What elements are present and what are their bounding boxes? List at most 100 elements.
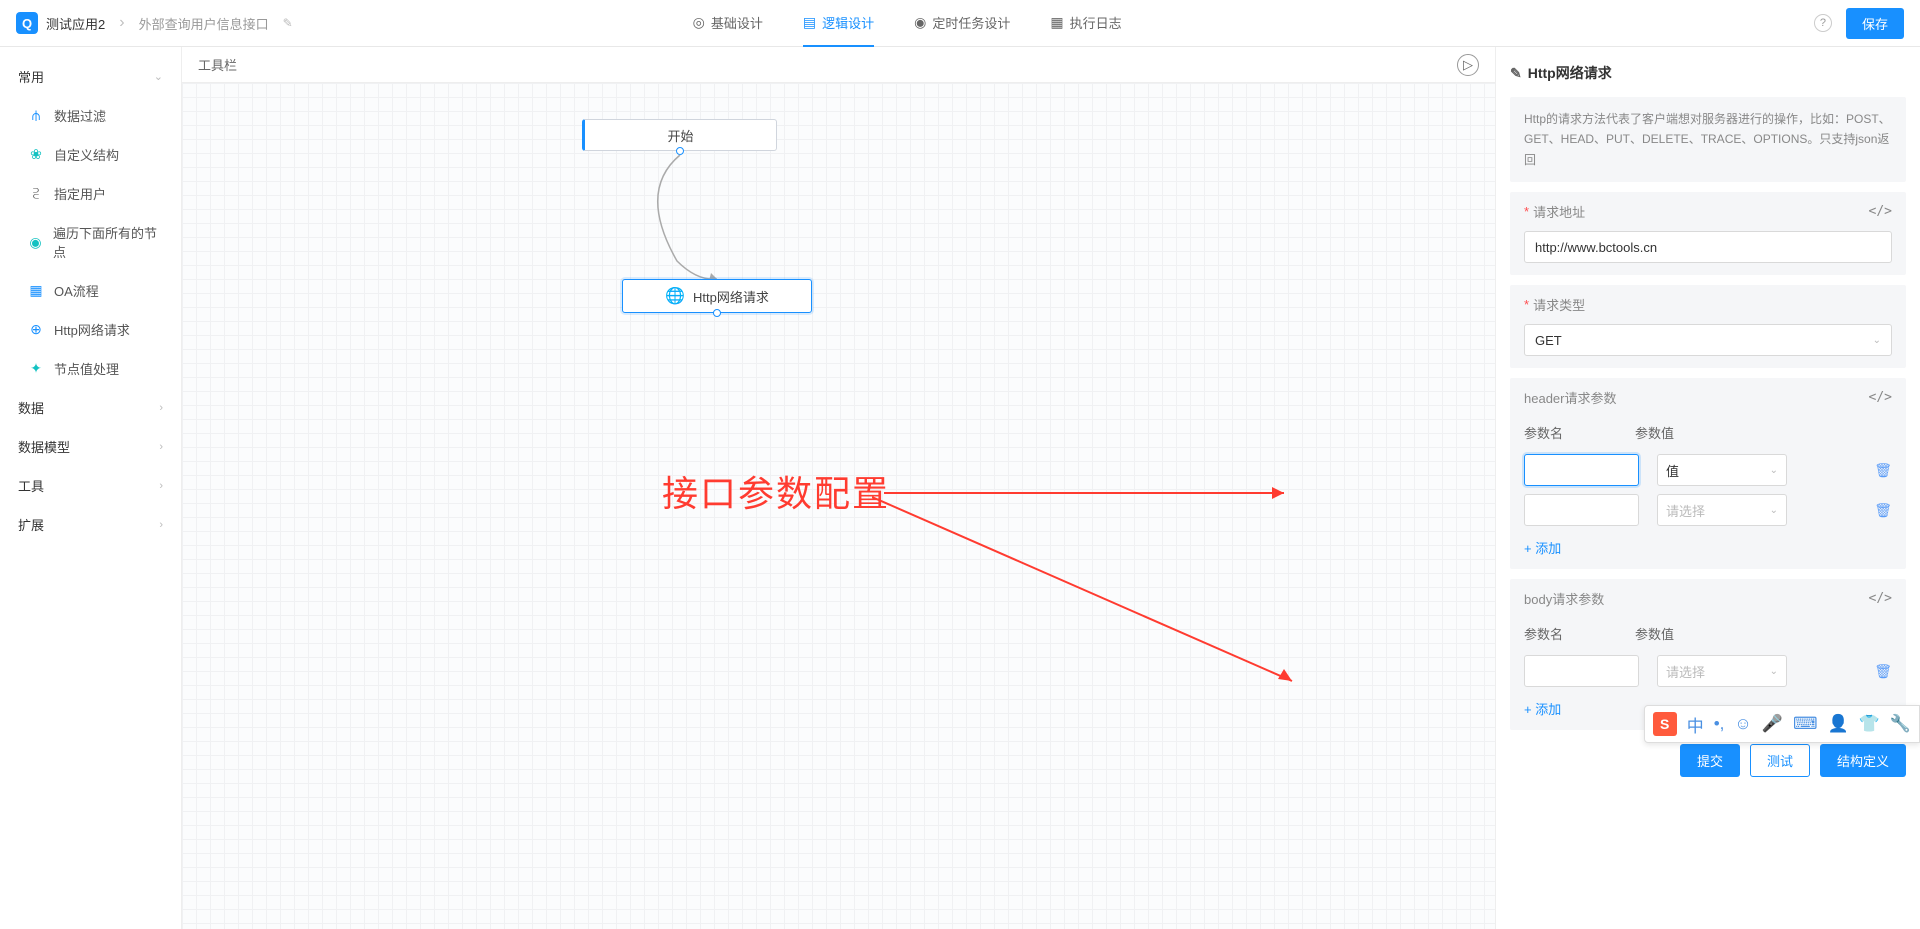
section-url: * 请求地址 </> xyxy=(1510,192,1906,275)
ime-settings-icon[interactable]: 🔧 xyxy=(1890,714,1911,734)
connection-dot-icon[interactable] xyxy=(713,309,721,317)
ime-logo-icon[interactable]: S xyxy=(1653,712,1677,736)
top-header: Q 测试应用2 › 外部查询用户信息接口 ✎ ◎基础设计 ▤逻辑设计 ◉定时任务… xyxy=(0,0,1920,47)
edit-icon: ✎ xyxy=(1510,65,1522,82)
chevron-down-icon: ⌄ xyxy=(1770,505,1778,516)
flow-canvas[interactable]: 开始 🌐 Http网络请求 接口参数配置 xyxy=(182,83,1495,929)
section-header-body: body请求参数 </> xyxy=(1510,579,1906,618)
code-icon[interactable]: </> xyxy=(1869,591,1892,606)
test-button[interactable]: 测试 xyxy=(1750,744,1810,777)
edit-icon[interactable]: ✎ xyxy=(283,16,293,30)
method-select[interactable]: GET ⌄ xyxy=(1524,324,1892,356)
chevron-down-icon: ⌄ xyxy=(154,70,163,83)
required-star-icon: * xyxy=(1524,297,1529,312)
body-param-row: 请选择 ⌄ 🗑 xyxy=(1510,651,1906,691)
sidebar-item-specify-user[interactable]: ⫔指定用户 xyxy=(0,174,181,213)
connection-dot-icon[interactable] xyxy=(676,147,684,155)
filter-icon: ⫛ xyxy=(28,108,44,124)
header-param-row: 请选择 ⌄ 🗑 xyxy=(1510,490,1906,530)
target-icon: ◎ xyxy=(693,14,705,31)
param-columns: 参数名 参数值 xyxy=(1510,618,1906,651)
chevron-down-icon: ⌄ xyxy=(1770,666,1778,677)
ime-user-icon[interactable]: 👤 xyxy=(1827,714,1848,734)
param-name-input[interactable] xyxy=(1524,454,1639,486)
sidebar-item-oa-flow[interactable]: ▦OA流程 xyxy=(0,271,181,310)
canvas-toolbar: 工具栏 ▷ xyxy=(182,47,1495,83)
ime-punct-icon[interactable]: •, xyxy=(1714,714,1725,734)
toolbar-label: 工具栏 xyxy=(198,55,237,74)
sidebar-group-extend[interactable]: 扩展› xyxy=(0,505,181,544)
list-icon: ▤ xyxy=(803,14,816,31)
header-tabs: ◎基础设计 ▤逻辑设计 ◉定时任务设计 ▦执行日志 xyxy=(693,0,1122,47)
chevron-right-icon: › xyxy=(159,402,163,414)
sidebar-group-tools[interactable]: 工具› xyxy=(0,466,181,505)
chevron-right-icon: › xyxy=(159,519,163,531)
globe-icon: 🌐 xyxy=(665,286,685,306)
tab-basic-design[interactable]: ◎基础设计 xyxy=(693,0,763,47)
main-layout: 常用 ⌄ ⫛数据过滤 ❀自定义结构 ⫔指定用户 ◉遍历下面所有的节点 ▦OA流程… xyxy=(0,47,1920,929)
section-header-method: * 请求类型 xyxy=(1510,285,1906,324)
sidebar-item-traverse-nodes[interactable]: ◉遍历下面所有的节点 xyxy=(0,213,181,271)
delete-icon[interactable]: 🗑 xyxy=(1874,462,1892,479)
breadcrumb: Q 测试应用2 › 外部查询用户信息接口 ✎ xyxy=(16,12,293,34)
ime-mic-icon[interactable]: 🎤 xyxy=(1762,714,1783,734)
annotation-arrow-icon xyxy=(872,489,1312,699)
chevron-down-icon: ⌄ xyxy=(1770,465,1778,476)
param-name-input[interactable] xyxy=(1524,655,1639,687)
code-icon[interactable]: </> xyxy=(1869,204,1892,219)
tab-timer-design[interactable]: ◉定时任务设计 xyxy=(914,0,1010,47)
struct-icon: ❀ xyxy=(28,147,44,163)
panel-title: ✎ Http网络请求 xyxy=(1510,63,1906,83)
param-name-input[interactable] xyxy=(1524,494,1639,526)
nodes-icon: ◉ xyxy=(28,234,43,250)
tab-logic-design[interactable]: ▤逻辑设计 xyxy=(803,0,874,47)
ime-lang-icon[interactable]: 中 xyxy=(1687,712,1704,737)
param-value-select[interactable]: 请选择 ⌄ xyxy=(1657,655,1787,687)
flow-node-http[interactable]: 🌐 Http网络请求 xyxy=(622,279,812,313)
panel-footer: 提交 测试 结构定义 xyxy=(1510,744,1906,777)
delete-icon[interactable]: 🗑 xyxy=(1874,663,1892,680)
sparkle-icon: ✦ xyxy=(28,361,44,377)
play-icon[interactable]: ▷ xyxy=(1457,54,1479,76)
param-value-select[interactable]: 值 ⌄ xyxy=(1657,454,1787,486)
left-sidebar: 常用 ⌄ ⫛数据过滤 ❀自定义结构 ⫔指定用户 ◉遍历下面所有的节点 ▦OA流程… xyxy=(0,47,182,929)
code-icon[interactable]: </> xyxy=(1869,390,1892,405)
submit-button[interactable]: 提交 xyxy=(1680,744,1740,777)
sidebar-item-custom-struct[interactable]: ❀自定义结构 xyxy=(0,135,181,174)
section-header-url: * 请求地址 </> xyxy=(1510,192,1906,231)
sidebar-item-http-request[interactable]: ⊕Http网络请求 xyxy=(0,310,181,349)
ime-toolbar[interactable]: S 中 •, ☺ 🎤 ⌨ 👤 👕 🔧 xyxy=(1644,705,1920,743)
sidebar-group-data[interactable]: 数据› xyxy=(0,388,181,427)
add-header-param-button[interactable]: + 添加 xyxy=(1510,530,1906,557)
tab-exec-log[interactable]: ▦执行日志 xyxy=(1050,0,1121,47)
section-header-params: header请求参数 </> 参数名 参数值 值 ⌄ 🗑 请选择 ⌄ xyxy=(1510,378,1906,569)
app-name[interactable]: 测试应用2 xyxy=(46,14,105,33)
sidebar-item-data-filter[interactable]: ⫛数据过滤 xyxy=(0,96,181,135)
log-icon: ▦ xyxy=(1050,14,1063,31)
ime-emoji-icon[interactable]: ☺ xyxy=(1734,714,1751,734)
header-param-row: 值 ⌄ 🗑 xyxy=(1510,450,1906,490)
section-method: * 请求类型 GET ⌄ xyxy=(1510,285,1906,368)
app-logo-icon: Q xyxy=(16,12,38,34)
globe-icon: ⊕ xyxy=(28,322,44,338)
param-columns: 参数名 参数值 xyxy=(1510,417,1906,450)
breadcrumb-page[interactable]: 外部查询用户信息接口 xyxy=(139,14,269,33)
delete-icon[interactable]: 🗑 xyxy=(1874,502,1892,519)
ime-skin-icon[interactable]: 👕 xyxy=(1859,714,1880,734)
url-input[interactable] xyxy=(1524,231,1892,263)
help-icon[interactable]: ? xyxy=(1814,14,1832,32)
struct-def-button[interactable]: 结构定义 xyxy=(1820,744,1906,777)
chevron-right-icon: › xyxy=(159,441,163,453)
param-value-select[interactable]: 请选择 ⌄ xyxy=(1657,494,1787,526)
save-button[interactable]: 保存 xyxy=(1846,8,1904,39)
chevron-right-icon: › xyxy=(159,480,163,492)
sidebar-item-node-value[interactable]: ✦节点值处理 xyxy=(0,349,181,388)
canvas-area: 工具栏 ▷ 开始 🌐 Http网络请求 接口参数配置 xyxy=(182,47,1495,929)
flow-icon: ▦ xyxy=(28,283,44,299)
breadcrumb-separator-icon: › xyxy=(119,14,124,32)
section-header-headers: header请求参数 </> xyxy=(1510,378,1906,417)
sidebar-group-data-model[interactable]: 数据模型› xyxy=(0,427,181,466)
panel-description: Http的请求方法代表了客户端想对服务器进行的操作，比如：POST、GET、HE… xyxy=(1510,97,1906,182)
sidebar-group-common[interactable]: 常用 ⌄ xyxy=(0,57,181,96)
ime-keyboard-icon[interactable]: ⌨ xyxy=(1793,714,1818,734)
